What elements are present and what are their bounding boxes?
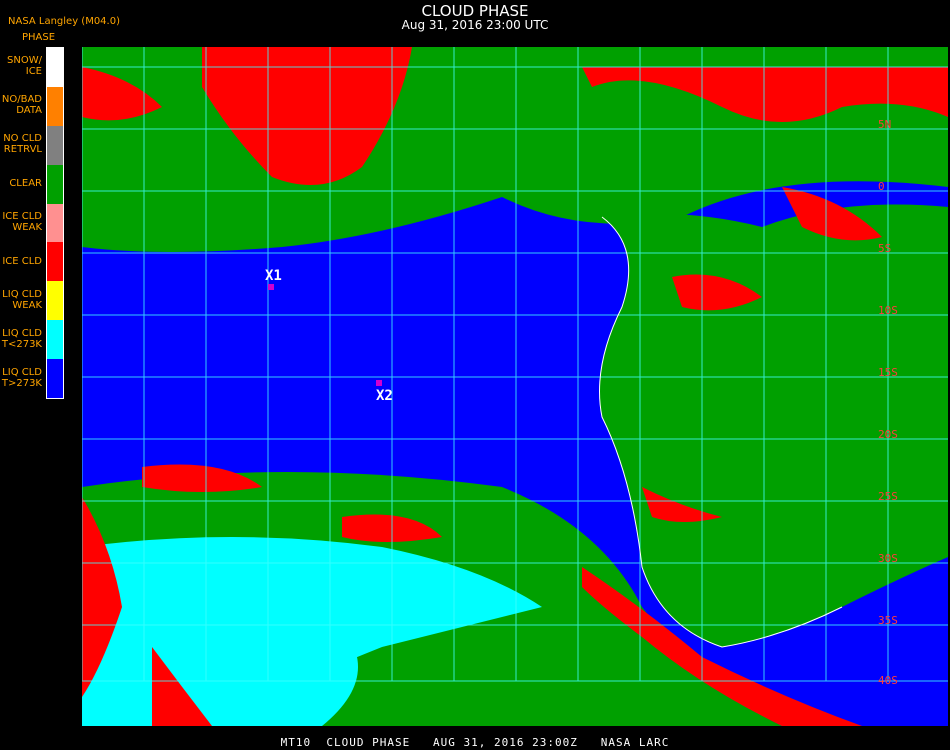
latitude-label: 25S — [878, 490, 898, 503]
latitude-label: 20S — [878, 428, 898, 441]
legend-label: LIQ CLD T>273K — [1, 366, 42, 389]
source-label: NASA Langley (M04.0) — [8, 16, 120, 27]
phase-legend — [46, 47, 64, 399]
legend-label: ICE CLD WEAK — [2, 211, 42, 233]
legend-swatch — [47, 86, 63, 126]
legend-swatch — [47, 281, 63, 321]
marker-x2-point — [376, 380, 382, 386]
legend-swatch — [47, 359, 63, 398]
footer-caption: MT10 CLOUD PHASE AUG 31, 2016 23:00Z NAS… — [280, 736, 670, 749]
latitude-label: 15S — [878, 366, 898, 379]
latitude-label: 35S — [878, 614, 898, 627]
legend-swatch — [47, 48, 63, 87]
legend-label: NO/BAD DATA — [1, 94, 42, 117]
legend-label: LIQ CLD T<273K — [1, 327, 42, 350]
marker-x1-point — [268, 284, 274, 290]
legend-label: SNOW/ ICE — [7, 55, 42, 78]
legend-label: ICE CLD — [2, 255, 42, 267]
cloud-phase-map — [82, 47, 948, 726]
latitude-label: 5N — [878, 118, 892, 131]
legend-title: PHASE — [22, 32, 56, 43]
legend-swatch — [47, 164, 63, 204]
legend-label: NO CLD RETRVL — [3, 133, 42, 156]
legend-label: LIQ CLD WEAK — [2, 288, 42, 311]
marker-x2-label: X2 — [376, 388, 393, 404]
latitude-label: 0 — [878, 180, 885, 193]
legend-label: CLEAR — [9, 178, 42, 190]
latitude-label: 10S — [878, 304, 898, 317]
legend-swatch — [47, 125, 63, 165]
latitude-label: 30S — [878, 552, 898, 565]
legend-swatch — [47, 242, 63, 282]
latitude-label: 5S — [878, 242, 892, 255]
latitude-label: 40S — [878, 674, 898, 687]
marker-x1-label: X1 — [265, 268, 282, 284]
legend-swatch — [47, 320, 63, 360]
legend-swatch — [47, 203, 63, 243]
map-timestamp: Aug 31, 2016 23:00 UTC — [401, 18, 549, 32]
